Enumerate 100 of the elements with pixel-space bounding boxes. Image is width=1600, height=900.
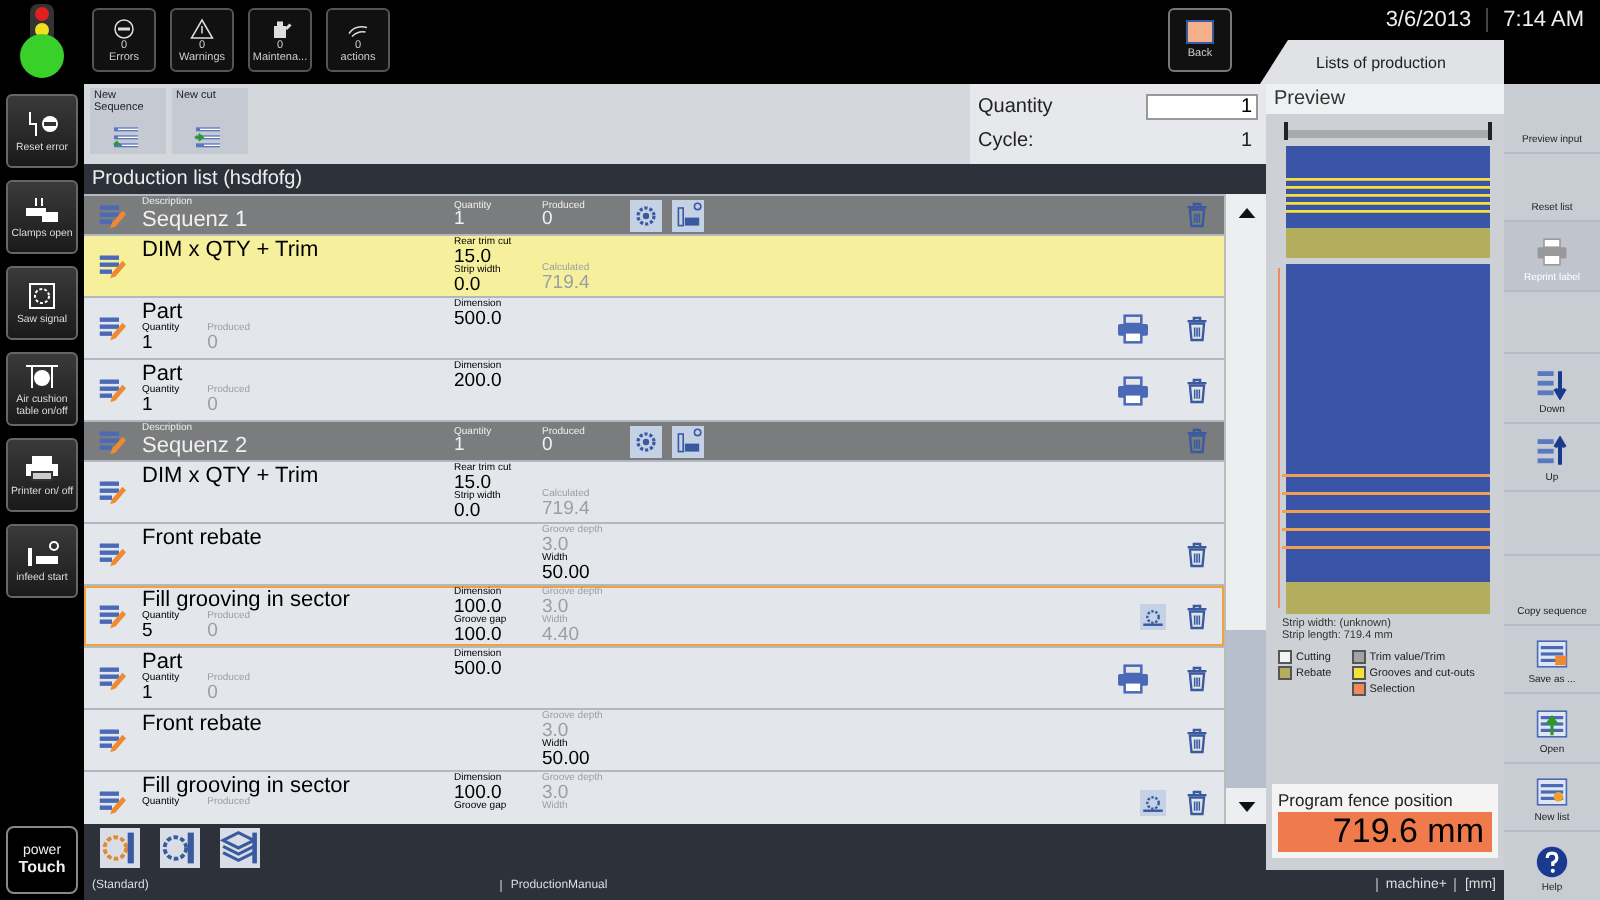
field-value: 0 [207, 397, 220, 414]
cycle-label: Cycle: [978, 130, 1034, 152]
open-list-icon [1536, 707, 1568, 740]
trash-icon[interactable] [1186, 603, 1208, 629]
clamp-icon[interactable] [672, 199, 704, 231]
time-text: 7:14 AM [1501, 8, 1586, 32]
field-value: 15.0 [454, 249, 491, 266]
machine-settings-icon[interactable] [160, 827, 200, 867]
layers-icon[interactable] [220, 827, 260, 867]
field-value: 3.0 [542, 785, 571, 802]
field-value: 200.0 [454, 373, 504, 390]
field-value: 4.40 [542, 627, 581, 644]
field-value: 1 [454, 438, 465, 455]
trash-icon[interactable] [1186, 377, 1208, 403]
edit-icon[interactable] [98, 664, 126, 692]
field-value: 3.0 [542, 537, 571, 554]
field-value: 0.0 [454, 503, 483, 520]
field-value: 3.0 [542, 599, 571, 616]
status-icon [190, 17, 214, 39]
clamp-icon[interactable] [672, 425, 704, 457]
trash-icon[interactable] [1186, 315, 1208, 341]
row-title: Part [142, 362, 185, 386]
lists-of-production-tab[interactable]: Lists of production [1260, 40, 1504, 84]
save-list-icon [1536, 638, 1568, 671]
field-value: 0.0 [454, 277, 483, 294]
edit-icon[interactable] [98, 726, 126, 754]
scroll-up-icon[interactable] [1237, 207, 1255, 217]
row-title: Sequenz 1 [142, 208, 250, 233]
machine-icon [22, 195, 62, 223]
move-down-icon [1536, 367, 1568, 400]
scrollbar-track[interactable] [1224, 194, 1266, 824]
status-icon [112, 17, 136, 39]
field-value: 5 [142, 623, 153, 640]
field-value: 50.00 [542, 565, 592, 582]
machine-icon [22, 453, 62, 481]
machine-icon [22, 539, 62, 567]
field-value: 50.00 [542, 751, 592, 768]
field-value: 0 [207, 685, 220, 702]
field-value: 719.4 [542, 501, 592, 518]
field-value: 0 [207, 335, 220, 352]
status-icon [268, 17, 292, 39]
trash-icon[interactable] [1186, 727, 1208, 753]
row-title: Fill grooving in sector [142, 774, 352, 798]
trash-icon[interactable] [1186, 541, 1208, 567]
field-value: 0 [207, 623, 220, 640]
print-icon[interactable] [1116, 663, 1150, 693]
fence-position-label: Program fence position [1278, 790, 1455, 810]
field-value: 100.0 [454, 627, 502, 644]
row-title: Part [142, 650, 185, 674]
saw-blade-icon[interactable] [1140, 789, 1166, 815]
edit-icon[interactable] [98, 252, 126, 280]
quantity-label: Quantity [978, 96, 1053, 118]
print-icon[interactable] [1116, 313, 1150, 343]
trash-icon[interactable] [1186, 665, 1208, 691]
machine-icon [22, 361, 62, 389]
cycle-value: 1 [1240, 130, 1254, 152]
print-icon[interactable] [1116, 375, 1150, 405]
field-value: 100.0 [454, 599, 502, 616]
row-title: Sequenz 2 [142, 434, 250, 459]
move-up-icon [1536, 436, 1568, 469]
row-title: Fill grooving in sector [142, 588, 352, 612]
edit-icon[interactable] [98, 478, 126, 506]
field-value: 100.0 [454, 785, 502, 802]
list-title: Production list (hsdfofg) [90, 166, 305, 194]
fence-position-value: 719.6 mm [1278, 812, 1492, 852]
scroll-down-icon[interactable] [1237, 801, 1255, 811]
tool-settings-icon[interactable] [100, 827, 140, 867]
quantity-field[interactable]: 1 [1146, 94, 1258, 120]
field-value: 1 [142, 397, 153, 414]
row-title: DIM x QTY + Trim [142, 238, 321, 262]
settings-icon[interactable] [630, 425, 662, 457]
preview-title: Preview [1266, 84, 1504, 114]
settings-icon[interactable] [630, 199, 662, 231]
edit-icon[interactable] [98, 314, 126, 342]
field-value: 1 [454, 212, 465, 229]
new-list-icon [1536, 776, 1568, 809]
window-icon [1186, 20, 1214, 44]
trash-icon[interactable] [1186, 789, 1208, 815]
edit-icon[interactable] [98, 376, 126, 404]
row-title: Part [142, 300, 185, 324]
field-value: 1 [142, 335, 153, 352]
field-value: 15.0 [454, 475, 491, 492]
field-value: 3.0 [542, 723, 571, 740]
printer-icon [1536, 235, 1568, 268]
insert-row-icon [192, 126, 224, 150]
field-value: 500.0 [454, 661, 504, 678]
edit-icon[interactable] [98, 540, 126, 568]
field-value: 500.0 [454, 311, 504, 328]
scrollbar-thumb[interactable] [1226, 630, 1266, 788]
sequence-list-icon [110, 126, 142, 150]
field-value: 0 [542, 438, 555, 455]
edit-icon[interactable] [98, 788, 126, 816]
saw-blade-icon[interactable] [1140, 603, 1166, 629]
row-title: Front rebate [142, 526, 264, 550]
help-icon [1536, 845, 1568, 878]
field-value: 0 [542, 212, 555, 229]
field-value: 719.4 [542, 275, 592, 292]
field-value: 1 [142, 685, 153, 702]
traffic-light-icon [14, 2, 70, 82]
edit-icon[interactable] [98, 602, 126, 630]
